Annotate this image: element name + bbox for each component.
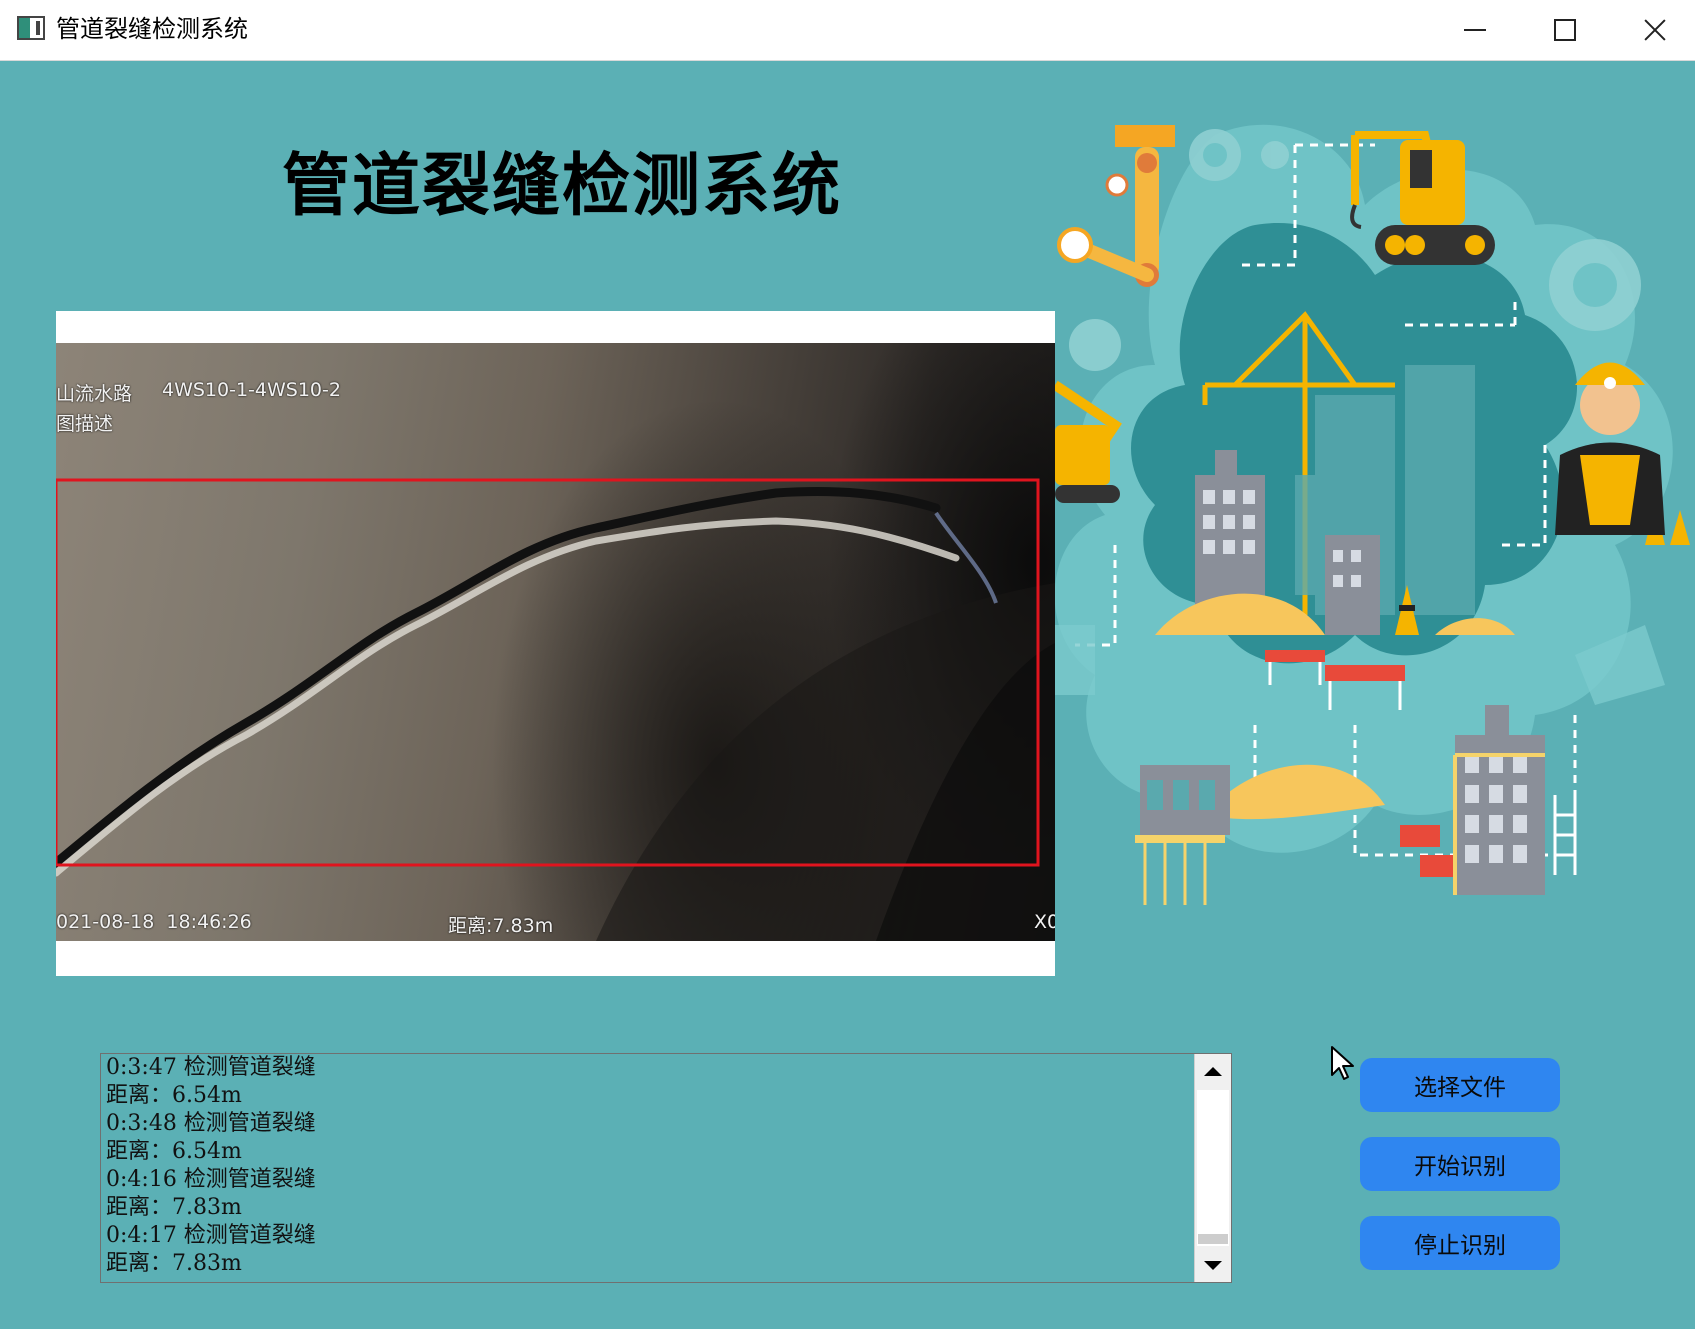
video-display: 山流水路 4WS10-1-4WS10-2 图描述 021-08-18 18:46… — [56, 311, 1055, 976]
maximize-button[interactable] — [1520, 0, 1610, 60]
start-recognition-button[interactable]: 开始识别 — [1360, 1137, 1560, 1191]
log-line: 距离：6.54m — [106, 1139, 242, 1164]
scroll-thumb[interactable] — [1198, 1234, 1228, 1244]
arrow-down-icon — [1204, 1260, 1222, 1270]
select-file-button[interactable]: 选择文件 — [1360, 1058, 1560, 1112]
log-scrollbar[interactable] — [1194, 1054, 1231, 1282]
log-line: 0:4:16 检测管道裂缝 — [106, 1167, 316, 1192]
overlay-section-code: 4WS10-1-4WS10-2 — [162, 379, 341, 401]
log-line: 0:3:47 检测管道裂缝 — [106, 1055, 316, 1080]
app-window: 管道裂缝检测系统 管道裂缝检测系统 山流水路 4WS10-1-4WS10-2 图… — [0, 0, 1695, 1329]
scroll-down-button[interactable] — [1195, 1248, 1231, 1282]
page-title: 管道裂缝检测系统 — [282, 147, 843, 226]
minimize-icon — [1464, 29, 1486, 31]
app-icon — [17, 16, 45, 40]
overlay-x: X0 — [1034, 911, 1055, 933]
log-line: 距离：6.54m — [106, 1083, 242, 1108]
maximize-icon — [1554, 19, 1576, 41]
overlay-location: 山流水路 — [56, 383, 133, 405]
log-output[interactable]: 0:3:47 检测管道裂缝 距离：6.54m 0:3:48 检测管道裂缝 距离：6.5… — [100, 1053, 1232, 1283]
log-line: 距离：7.83m — [106, 1195, 242, 1220]
overlay-description: 图描述 — [56, 413, 114, 435]
log-line: 0:3:48 检测管道裂缝 — [106, 1111, 316, 1136]
title-bar: 管道裂缝检测系统 — [0, 0, 1695, 61]
log-line: 距离：7.83m — [106, 1251, 242, 1276]
arrow-up-icon — [1204, 1066, 1222, 1076]
scroll-up-button[interactable] — [1195, 1054, 1231, 1088]
overlay-distance: 距离:7.83m — [448, 915, 554, 937]
mouse-cursor-icon — [1331, 1046, 1354, 1080]
log-line: 0:4:17 检测管道裂缝 — [106, 1223, 316, 1248]
scroll-track[interactable] — [1197, 1090, 1229, 1246]
crack-image — [56, 478, 1055, 941]
minimize-button[interactable] — [1430, 0, 1520, 60]
close-button[interactable] — [1615, 0, 1695, 60]
window-title: 管道裂缝检测系统 — [56, 15, 248, 43]
log-lines: 0:3:47 检测管道裂缝 距离：6.54m 0:3:48 检测管道裂缝 距离：6.5… — [106, 1054, 1196, 1278]
close-icon — [1643, 18, 1667, 42]
construction-illustration — [1055, 124, 1690, 905]
stop-recognition-button[interactable]: 停止识别 — [1360, 1216, 1560, 1270]
video-frame-image: 山流水路 4WS10-1-4WS10-2 图描述 021-08-18 18:46… — [56, 343, 1055, 941]
overlay-timestamp: 021-08-18 18:46:26 — [56, 911, 252, 933]
